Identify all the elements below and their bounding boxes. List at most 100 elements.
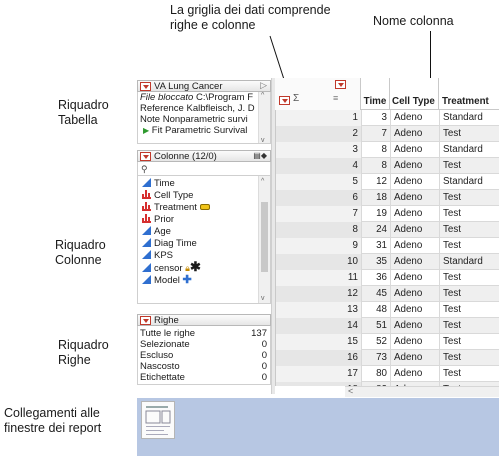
row-number[interactable]: 1 <box>276 110 362 126</box>
row-number[interactable]: 4 <box>276 158 362 174</box>
column-selector-icon[interactable]: ≡ <box>333 93 338 103</box>
column-item-diag-time[interactable]: Diag Time <box>138 238 270 250</box>
row-number[interactable]: 10 <box>276 254 362 270</box>
column-item-prior[interactable]: Prior <box>138 214 270 226</box>
rows-state-item[interactable]: Etichettate 0 <box>140 372 267 383</box>
cell-treatment[interactable]: Standard <box>440 174 499 190</box>
rows-state-item[interactable]: Tutte le righe 137 <box>140 328 267 339</box>
cell-cell-type[interactable]: Adeno <box>391 238 440 254</box>
column-header-treatment[interactable]: Treatment <box>439 78 499 110</box>
cell-time[interactable]: 24 <box>362 222 391 238</box>
table-row[interactable]: 15 52 Adeno Test <box>276 334 499 350</box>
table-row[interactable]: 11 36 Adeno Test <box>276 270 499 286</box>
cell-treatment[interactable]: Test <box>440 206 499 222</box>
table-row[interactable]: 16 73 Adeno Test <box>276 350 499 366</box>
table-row[interactable]: 14 51 Adeno Test <box>276 318 499 334</box>
scroll-up-icon[interactable]: ^ <box>261 92 264 99</box>
cell-treatment[interactable]: Test <box>440 286 499 302</box>
column-item-age[interactable]: Age <box>138 226 270 238</box>
table-info-row[interactable]: Note Nonparametric survi <box>138 114 258 125</box>
row-number[interactable]: 2 <box>276 126 362 142</box>
scroll-up-icon[interactable]: ^ <box>261 178 264 185</box>
collapse-arrow-icon[interactable]: ▷ <box>260 80 267 91</box>
cell-cell-type[interactable]: Adeno <box>391 302 440 318</box>
column-item-kps[interactable]: KPS <box>138 250 270 262</box>
table-row[interactable]: 1 3 Adeno Standard <box>276 110 499 126</box>
table-row[interactable]: 2 7 Adeno Test <box>276 126 499 142</box>
cell-treatment[interactable]: Test <box>440 190 499 206</box>
cell-treatment[interactable]: Standard <box>440 254 499 270</box>
rows-state-item[interactable]: Selezionate 0 <box>140 339 267 350</box>
scroll-thumb[interactable] <box>261 202 268 272</box>
scroll-down-icon[interactable]: v <box>261 137 265 143</box>
cell-time[interactable]: 35 <box>362 254 391 270</box>
cell-treatment[interactable]: Standard <box>440 110 499 126</box>
column-item-cell-type[interactable]: Cell Type <box>138 190 270 202</box>
column-item-treatment[interactable]: Treatment <box>138 202 270 214</box>
table-info-row[interactable]: Reference Kalbfleisch, J. D <box>138 103 258 114</box>
table-row[interactable]: 8 24 Adeno Test <box>276 222 499 238</box>
row-number[interactable]: 16 <box>276 350 362 366</box>
cell-cell-type[interactable]: Adeno <box>391 334 440 350</box>
column-list-scrollbar[interactable]: ^ v <box>258 176 270 303</box>
table-row[interactable]: 12 45 Adeno Test <box>276 286 499 302</box>
column-search-input[interactable] <box>150 164 251 174</box>
cell-cell-type[interactable]: Adeno <box>391 174 440 190</box>
cell-cell-type[interactable]: Adeno <box>391 206 440 222</box>
cell-cell-type[interactable]: Adeno <box>391 350 440 366</box>
cell-time[interactable]: 80 <box>362 366 391 382</box>
grid-corner[interactable]: Σ ≡ <box>275 78 361 110</box>
cell-cell-type[interactable]: Adeno <box>391 190 440 206</box>
cell-cell-type[interactable]: Adeno <box>391 254 440 270</box>
table-info-row[interactable]: File bloccato C:\Program F <box>138 92 258 103</box>
cell-cell-type[interactable]: Adeno <box>391 286 440 302</box>
table-row[interactable]: 3 8 Adeno Standard <box>276 142 499 158</box>
cell-time[interactable]: 8 <box>362 158 391 174</box>
cell-time[interactable]: 8 <box>362 142 391 158</box>
cell-time[interactable]: 3 <box>362 110 391 126</box>
cell-time[interactable]: 45 <box>362 286 391 302</box>
row-number[interactable]: 11 <box>276 270 362 286</box>
table-row[interactable]: 17 80 Adeno Test <box>276 366 499 382</box>
cell-cell-type[interactable]: Adeno <box>391 270 440 286</box>
cell-cell-type[interactable]: Adeno <box>391 222 440 238</box>
cell-time[interactable]: 12 <box>362 174 391 190</box>
cell-time[interactable]: 7 <box>362 126 391 142</box>
row-number[interactable]: 9 <box>276 238 362 254</box>
cell-treatment[interactable]: Test <box>440 318 499 334</box>
row-number[interactable]: 5 <box>276 174 362 190</box>
grid-red-triangle-icon[interactable] <box>335 80 346 89</box>
red-triangle-menu-icon[interactable] <box>140 81 151 91</box>
red-triangle-menu-icon[interactable] <box>140 151 151 161</box>
table-row[interactable]: 7 19 Adeno Test <box>276 206 499 222</box>
cell-cell-type[interactable]: Adeno <box>391 366 440 382</box>
column-search-field[interactable]: ⚲ <box>137 162 271 176</box>
scroll-left-icon[interactable]: < <box>348 386 353 396</box>
cell-treatment[interactable]: Test <box>440 238 499 254</box>
row-number[interactable]: 3 <box>276 142 362 158</box>
column-item-censor[interactable]: censor 🔒︎✱ <box>138 260 270 274</box>
table-script-row[interactable]: ▶ Fit Parametric Survival <box>138 125 258 136</box>
row-number[interactable]: 8 <box>276 222 362 238</box>
row-number[interactable]: 17 <box>276 366 362 382</box>
row-number[interactable]: 13 <box>276 302 362 318</box>
cell-time[interactable]: 31 <box>362 238 391 254</box>
row-number[interactable]: 6 <box>276 190 362 206</box>
cell-treatment[interactable]: Test <box>440 158 499 174</box>
cell-cell-type[interactable]: Adeno <box>391 126 440 142</box>
rows-state-item[interactable]: Nascosto 0 <box>140 361 267 372</box>
rows-panel-header[interactable]: Righe <box>137 314 271 326</box>
cell-treatment[interactable]: Test <box>440 270 499 286</box>
table-row[interactable]: 10 35 Adeno Standard <box>276 254 499 270</box>
scroll-down-icon[interactable]: v <box>261 295 265 302</box>
cell-time[interactable]: 73 <box>362 350 391 366</box>
columns-panel-header[interactable]: Colonne (12/0) ▤◆ <box>137 150 271 162</box>
table-row[interactable]: 4 8 Adeno Test <box>276 158 499 174</box>
red-triangle-menu-icon[interactable] <box>140 315 151 325</box>
table-panel-scrollbar[interactable]: ^ v <box>258 92 270 143</box>
cell-cell-type[interactable]: Adeno <box>391 110 440 126</box>
cell-time[interactable]: 36 <box>362 270 391 286</box>
table-row[interactable]: 6 18 Adeno Test <box>276 190 499 206</box>
cell-treatment[interactable]: Standard <box>440 142 499 158</box>
cell-treatment[interactable]: Test <box>440 126 499 142</box>
